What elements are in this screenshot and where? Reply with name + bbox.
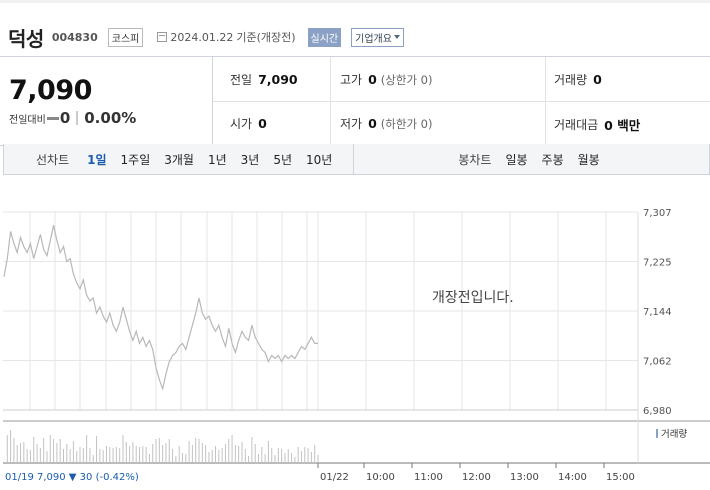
y-axis-ticks: 7,307 7,225 7,144 7,062 6,980 (643, 208, 672, 417)
tab-period-3m[interactable]: 3개월 (164, 151, 194, 168)
volume-legend-icon (656, 429, 658, 438)
price-line (3, 225, 318, 391)
x-tick-label: 14:00 (558, 472, 587, 483)
x-tick-label: 01/22 (320, 472, 349, 483)
volume-label: 거래량 (554, 73, 588, 87)
tab-candle-day[interactable]: 일봉 (505, 151, 527, 168)
stock-code: 004830 (51, 30, 98, 44)
flat-icon (46, 116, 59, 120)
high-value: 0 (368, 72, 377, 87)
volume-bars (6, 430, 319, 463)
high-cell: 고가 0 (상한가 0) (340, 71, 432, 88)
market-badge: 코스피 (107, 27, 144, 47)
chart-tab-bar: 선차트 1일 1주일 3개월 1년 3년 5년 10년 봉차트 일봉 주봉 월봉 (3, 144, 710, 175)
y-tick-label: 6,980 (643, 406, 672, 417)
summary-col-divider (330, 57, 331, 145)
prev-session-info: 01/19 7,090 ▼ 30 (-0.42%) (5, 472, 139, 483)
tab-candle-week[interactable]: 주봉 (542, 151, 564, 168)
current-price-box: 7,090 전일대비 0 0.00% (0, 57, 213, 145)
y-tick-label: 7,225 (643, 258, 672, 269)
company-overview-label: 기업개요 (355, 33, 392, 45)
stock-header: 덕성 004830 코스피 2024.01.22 기준(개장전) 실시간 기업개… (8, 22, 404, 52)
x-tick-label: 11:00 (414, 472, 443, 483)
tab-period-1w[interactable]: 1주일 (121, 151, 151, 168)
volume-legend: 거래량 (661, 428, 687, 440)
realtime-button[interactable]: 실시간 (307, 27, 342, 47)
x-tick-label: 13:00 (510, 472, 539, 483)
price-chart: 7,307 7,225 7,144 7,062 6,980 01/22 10:00 11:0… (3, 208, 710, 483)
amount-value: 0 백만 (604, 118, 641, 133)
change-percent: 0.00% (84, 109, 137, 127)
summary-divider (213, 101, 710, 102)
date-info: 2024.01.22 기준(개장전) (157, 29, 296, 45)
line-chart-label: 선차트 (36, 152, 70, 167)
upper-limit: (상한가 0) (380, 72, 433, 87)
x-tick-label: 12:00 (462, 472, 491, 483)
prev-close-value: 7,090 (258, 72, 298, 87)
pre-market-message: 개장전입니다. (432, 290, 514, 306)
quote-basis: 기준(개장전) (236, 31, 296, 44)
x-tick-label: 10:00 (366, 472, 395, 483)
low-value: 0 (368, 116, 377, 131)
price-series (3, 225, 318, 391)
tab-period-5y[interactable]: 5년 (273, 151, 292, 168)
low-cell: 저가 0 (하한가 0) (340, 115, 432, 132)
change-row: 전일대비 0 0.00% (9, 109, 136, 127)
tab-separator (353, 144, 355, 174)
amount-cell: 거래대금 0 백만 (554, 115, 640, 134)
x-tick-label: 15:00 (606, 472, 635, 483)
quote-date: 2024.01.22 (170, 30, 234, 44)
divider-bar-icon (76, 111, 79, 125)
price-summary: 7,090 전일대비 0 0.00% 전일 7,090 고가 0 (상한가 0)… (0, 56, 710, 146)
tab-period-1d[interactable]: 1일 (87, 151, 106, 168)
calendar-icon (157, 32, 168, 42)
volume-cell: 거래량 0 (554, 71, 602, 88)
x-axis-ticks: 01/22 10:00 11:00 12:00 13:00 14:00 15:00 (317, 463, 635, 483)
tab-period-1y[interactable]: 1년 (208, 151, 227, 168)
chart-grid (3, 211, 710, 464)
tab-period-10y[interactable]: 10년 (306, 151, 332, 168)
y-tick-label: 7,307 (643, 208, 672, 219)
tab-period-3y[interactable]: 3년 (241, 151, 260, 168)
prev-close-cell: 전일 7,090 (230, 71, 298, 88)
y-tick-label: 7,062 (643, 357, 672, 368)
open-label: 시가 (230, 117, 253, 131)
open-value: 0 (258, 116, 267, 131)
low-label: 저가 (340, 117, 363, 131)
volume-value: 0 (593, 72, 602, 87)
tab-candle-month[interactable]: 월봉 (578, 151, 600, 168)
summary-col-divider (545, 57, 546, 145)
amount-label: 거래대금 (554, 118, 599, 132)
current-price: 7,090 (9, 75, 92, 106)
open-cell: 시가 0 (230, 115, 267, 132)
prev-close-label: 전일 (230, 73, 253, 87)
chevron-down-icon (393, 35, 400, 39)
y-tick-label: 7,144 (643, 307, 672, 318)
stock-name: 덕성 (8, 26, 44, 51)
change-value: 0 (59, 109, 71, 127)
top-border (0, 0, 710, 3)
change-label: 전일대비 (9, 114, 46, 126)
candle-chart-label: 봉차트 (458, 152, 492, 167)
high-label: 고가 (340, 73, 363, 87)
company-overview-button[interactable]: 기업개요 (351, 27, 404, 47)
lower-limit: (하한가 0) (380, 116, 433, 131)
